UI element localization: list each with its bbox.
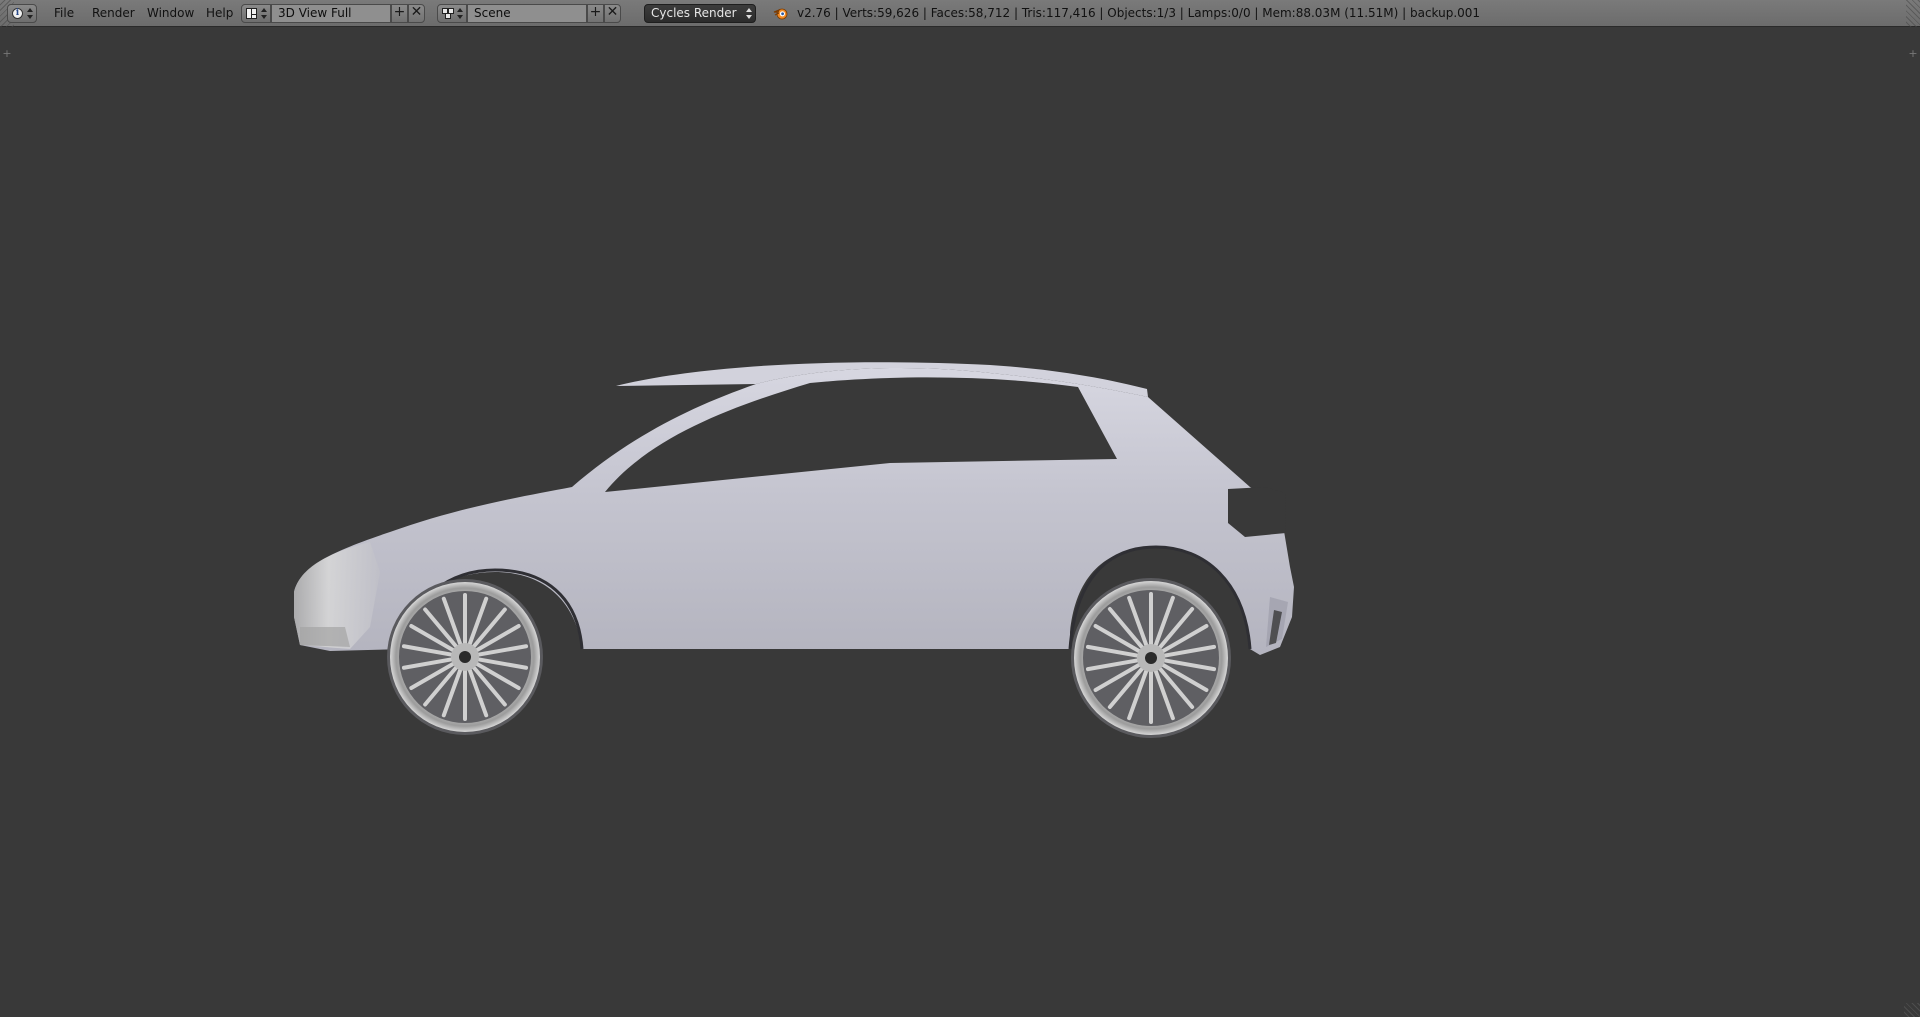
area-split-corner-top-right[interactable] (1906, 0, 1920, 27)
close-icon: ✕ (606, 4, 619, 20)
add-scene-button[interactable]: + (587, 4, 604, 23)
front-wheel (387, 579, 543, 735)
screen-layout-name-field[interactable]: 3D View Full (271, 4, 391, 23)
scene-name-field[interactable]: Scene (467, 4, 587, 23)
close-icon: ✕ (410, 4, 423, 20)
menu-file[interactable]: File (48, 4, 80, 23)
menu-render[interactable]: Render (86, 4, 141, 23)
delete-layout-button[interactable]: ✕ (408, 4, 425, 23)
screen-layout-icon (246, 8, 257, 19)
plus-icon: + (589, 4, 602, 20)
delete-scene-button[interactable]: ✕ (604, 4, 621, 23)
updown-arrows-icon (746, 6, 752, 21)
car-model[interactable] (270, 327, 1320, 777)
screen-layout-selector[interactable] (241, 4, 271, 23)
scene-selector[interactable] (437, 4, 467, 23)
info-icon: i (12, 8, 23, 19)
scene-statistics: v2.76 | Verts:59,626 | Faces:58,712 | Tr… (797, 6, 1481, 20)
add-layout-button[interactable]: + (391, 4, 408, 23)
editor-type-selector[interactable]: i (7, 4, 37, 23)
area-split-corner-bottom-right[interactable] (1904, 1003, 1920, 1017)
render-engine-label: Cycles Render (651, 6, 737, 20)
updown-arrows-icon (27, 6, 33, 21)
tool-shelf-toggle[interactable]: + (2, 48, 12, 59)
properties-shelf-toggle[interactable]: + (1908, 48, 1918, 59)
menu-window[interactable]: Window (141, 4, 200, 23)
plus-icon: + (393, 4, 406, 20)
blender-window: i File Render Window Help 3D View Full +… (0, 0, 1920, 1017)
blender-logo-icon (773, 8, 788, 20)
updown-arrows-icon (261, 6, 267, 21)
render-engine-dropdown[interactable]: Cycles Render (644, 4, 756, 23)
info-header: i File Render Window Help 3D View Full +… (0, 0, 1920, 27)
3d-viewport[interactable]: + + (0, 27, 1920, 1017)
updown-arrows-icon (457, 6, 463, 21)
rear-wheel (1071, 578, 1231, 738)
menu-help[interactable]: Help (200, 4, 239, 23)
scene-icon (442, 8, 454, 19)
